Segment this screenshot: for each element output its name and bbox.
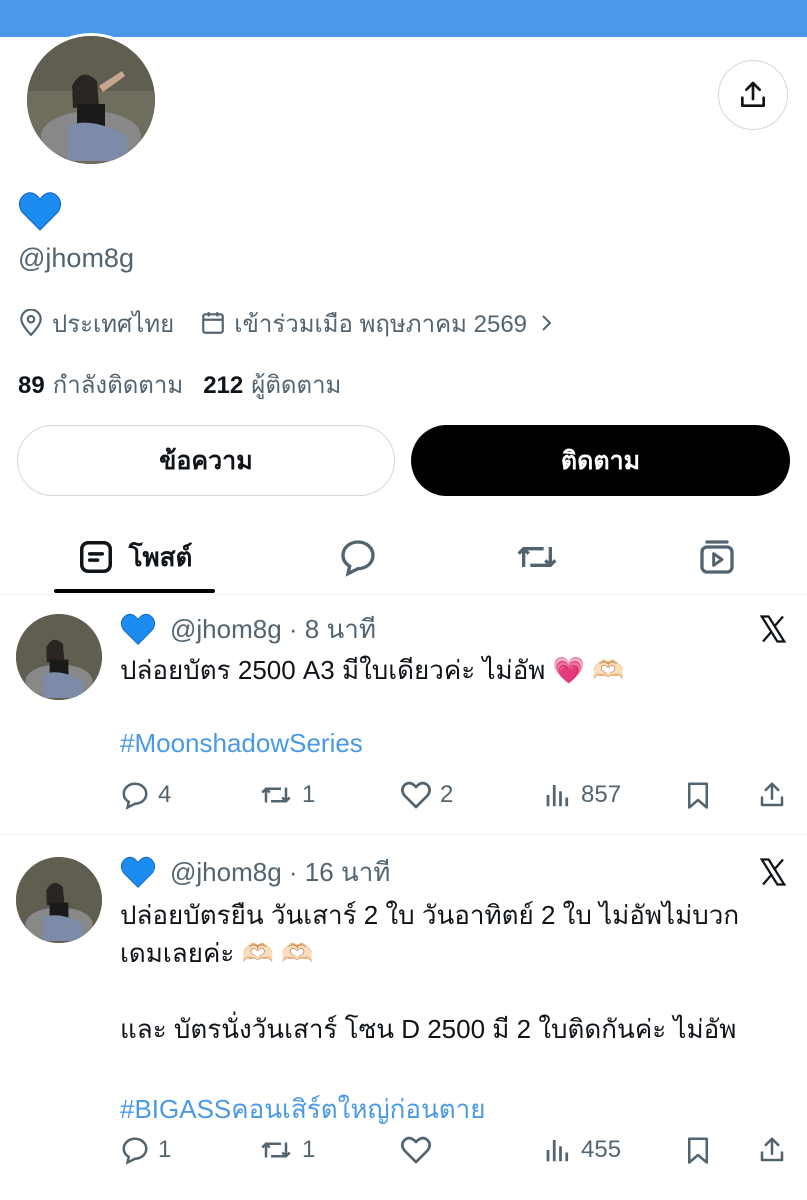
message-button[interactable]: ข้อความ <box>17 425 395 496</box>
following-stat[interactable]: 89 กำลังติดตาม <box>18 365 183 404</box>
following-count: 89 <box>18 372 45 399</box>
post-handle-time: @jhom8g · 8 นาที <box>170 613 376 644</box>
repost-icon <box>517 547 557 567</box>
location-text: ประเทศไทย <box>52 310 175 338</box>
followers-label: ผู้ติดตาม <box>251 372 342 399</box>
analytics-icon <box>546 785 569 807</box>
share-icon <box>760 1137 784 1162</box>
location: ประเทศไทย <box>18 304 174 343</box>
tab-media[interactable] <box>677 520 757 594</box>
post-header: @jhom8g · 8 นาที <box>120 612 376 646</box>
post-avatar[interactable] <box>16 857 102 943</box>
blue-heart-icon <box>18 192 62 231</box>
calendar-icon <box>202 312 225 334</box>
video-icon <box>700 540 734 574</box>
following-label: กำลังติดตาม <box>52 372 184 399</box>
speech-bubble-icon <box>341 540 375 577</box>
share-icon <box>741 81 765 107</box>
follow-button[interactable]: ติดตาม <box>411 425 790 496</box>
post-handle-time: @jhom8g · 16 นาที <box>170 856 391 887</box>
profile-handle: @jhom8g <box>18 243 134 273</box>
post-item[interactable]: @jhom8g · 16 นาที ปล่อยบัตรยืน วันเสาร์ … <box>0 835 807 1200</box>
post-header: @jhom8g · 16 นาที <box>120 855 390 889</box>
repost-button[interactable]: 1 <box>258 1135 315 1165</box>
x-logo-icon <box>759 858 787 886</box>
location-pin-icon <box>20 309 42 337</box>
followers-count: 212 <box>203 372 244 399</box>
share-post-button[interactable] <box>757 1135 795 1165</box>
post-actions: 1 1 455 <box>0 1135 807 1169</box>
profile-tabs: โพสต์ <box>0 520 807 595</box>
post-avatar[interactable] <box>16 614 102 700</box>
avatar-photo <box>16 614 102 700</box>
avatar-photo <box>27 36 155 164</box>
view-count: 857 <box>581 781 622 808</box>
share-post-button[interactable] <box>757 780 795 810</box>
like-count: 2 <box>440 781 454 808</box>
reply-button[interactable]: 1 <box>120 1135 171 1165</box>
post-actions: 4 1 2 857 <box>0 780 807 814</box>
views-button[interactable]: 455 <box>543 1135 621 1165</box>
repost-button[interactable]: 1 <box>258 780 315 810</box>
bookmark-button[interactable] <box>683 1135 721 1165</box>
tab-posts-label: โพสต์ <box>128 541 193 572</box>
reply-count: 4 <box>158 781 172 808</box>
tab-reposts[interactable] <box>497 520 577 594</box>
analytics-icon <box>546 1140 569 1162</box>
display-name-emoji <box>18 190 62 237</box>
view-count: 455 <box>581 1136 622 1163</box>
blue-heart-icon <box>120 613 156 645</box>
repost-count: 1 <box>302 1136 316 1163</box>
tab-replies[interactable] <box>318 520 398 594</box>
blue-heart-icon <box>120 856 156 888</box>
join-date[interactable]: เข้าร่วมเมือ พฤษภาคม 2569 <box>200 304 563 343</box>
like-button[interactable]: 2 <box>400 780 453 810</box>
post-text-line: ปล่อยบัตรยืน วันเสาร์ 2 ใบ วันอาทิตย์ 2 … <box>120 900 740 930</box>
chevron-right-icon <box>542 315 552 331</box>
tab-posts[interactable]: โพสต์ <box>54 520 215 594</box>
followers-stat[interactable]: 212 ผู้ติดตาม <box>203 365 341 404</box>
avatar-photo <box>16 857 102 943</box>
repost-count: 1 <box>302 781 316 808</box>
reply-count: 1 <box>158 1136 172 1163</box>
post-text-line: และ บัตรนั่งวันเสาร์ โซน D 2500 มี 2 ใบต… <box>120 1014 737 1044</box>
x-logo-icon <box>759 615 787 643</box>
post-hashtag[interactable]: #MoonshadowSeries <box>120 728 363 759</box>
posts-icon <box>79 541 112 573</box>
reply-icon <box>122 782 148 810</box>
share-icon <box>760 782 784 807</box>
post-hashtag[interactable]: #BIGASSคอนเสิร์ตใหญ่ก่อนตาย <box>120 1089 486 1130</box>
join-date-text: เข้าร่วมเมือ พฤษภาคม 2569 <box>234 310 528 338</box>
post-text: ปล่อยบัตร 2500 A3 มีใบเดียวค่ะ ไม่อัพ 💗 … <box>120 655 625 685</box>
repost-icon <box>261 1142 291 1158</box>
profile-banner <box>0 0 807 37</box>
bookmark-button[interactable] <box>683 780 721 810</box>
views-button[interactable]: 857 <box>543 780 621 810</box>
post-item[interactable]: @jhom8g · 8 นาที ปล่อยบัตร 2500 A3 มีใบเ… <box>0 594 807 834</box>
reply-button[interactable]: 4 <box>120 780 171 810</box>
repost-icon <box>261 787 291 803</box>
heart-outline-icon <box>401 1136 431 1164</box>
reply-icon <box>122 1137 148 1165</box>
follow-stats: 89 กำลังติดตาม 212 ผู้ติดตาม <box>18 365 361 404</box>
profile-meta: ประเทศไทย เข้าร่วมเมือ พฤษภาคม 2569 <box>18 305 589 341</box>
tab-active-indicator <box>54 589 215 593</box>
like-button[interactable] <box>400 1135 440 1165</box>
profile-avatar[interactable] <box>24 33 158 167</box>
bookmark-icon <box>688 1137 708 1164</box>
post-text-line: เดมเลยค่ะ 🫶🏻 🫶🏻 <box>120 938 314 968</box>
bookmark-icon <box>688 782 708 809</box>
heart-outline-icon <box>401 781 431 809</box>
share-profile-button[interactable] <box>718 60 788 130</box>
